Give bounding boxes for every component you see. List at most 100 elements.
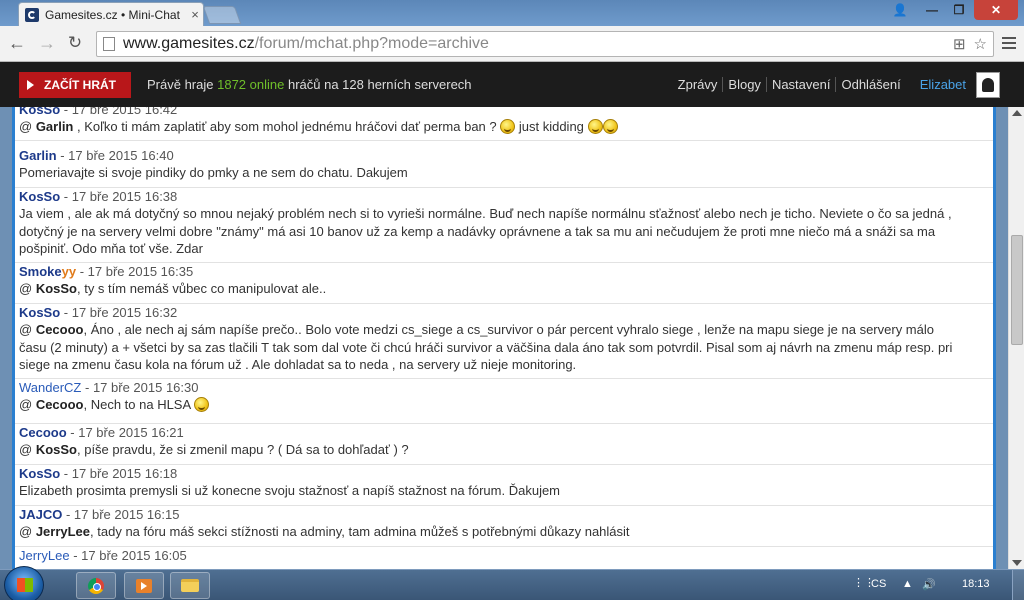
taskbar-chrome[interactable] (76, 572, 116, 599)
nav-messages[interactable]: Zprávy (673, 77, 723, 92)
clock[interactable]: 18:13 (962, 578, 990, 590)
play-icon (27, 80, 34, 90)
scroll-thumb[interactable] (1011, 235, 1023, 345)
message-author[interactable]: JerryLee (19, 548, 70, 563)
minimize-icon: — (926, 3, 938, 17)
vertical-scrollbar[interactable] (1008, 107, 1024, 569)
bookmark-star-icon[interactable]: ☆ (974, 35, 987, 53)
message-date: 17 bře 2015 16:40 (68, 148, 174, 163)
maximize-button[interactable]: ❐ (946, 0, 972, 20)
message-author[interactable]: KosSo (19, 305, 60, 320)
tab-close-icon[interactable]: × (187, 7, 203, 22)
message-text: @ KosSo, ty s tím nemáš vůbec co manipul… (19, 281, 327, 296)
taskbar: ⋮⋮ CS ▲ 🔊 18:13 (0, 566, 1024, 600)
chat-archive: KosSo - 17 bře 2015 16:42 @ Garlin , Koľ… (12, 107, 996, 569)
mentioned-user: Cecooo (35, 397, 84, 412)
tab-title: Gamesites.cz • Mini-Chat (45, 7, 180, 22)
nav-blogs[interactable]: Blogy (722, 77, 766, 92)
chat-message: Garlin - 17 bře 2015 16:40 Pomeriavajte … (15, 147, 993, 188)
url-host: www.gamesites.cz (123, 35, 255, 52)
username-link[interactable]: Elizabet (906, 77, 966, 92)
chat-message: KosSo - 17 bře 2015 16:32 @ Cecooo, Áno … (15, 304, 993, 379)
minimize-button[interactable]: — (918, 0, 946, 20)
avatar[interactable] (976, 72, 1000, 98)
title-bar: Gamesites.cz • Mini-Chat × 👤 — ❐ ✕ (0, 0, 1024, 26)
language-indicator[interactable]: CS (871, 578, 886, 590)
status-suffix: hráčů na 128 herních serverech (287, 77, 472, 92)
mentioned-user: Cecooo (35, 322, 84, 337)
taskbar-media-player[interactable] (124, 572, 164, 599)
media-player-icon (136, 578, 152, 593)
message-date: 17 bře 2015 16:15 (73, 507, 180, 522)
windows-logo-icon (17, 578, 33, 592)
smiley-icon (500, 119, 516, 134)
taskbar-explorer[interactable] (170, 572, 210, 599)
start-button[interactable] (4, 566, 44, 600)
message-date: 17 bře 2015 16:30 (92, 380, 199, 395)
message-date: 17 bře 2015 16:18 (71, 466, 178, 481)
volume-icon[interactable]: 🔊 (922, 578, 936, 591)
message-author[interactable]: KosSo (19, 107, 60, 117)
user-nav: Zprávy Blogy Nastavení Odhlášení Elizabe… (673, 77, 966, 92)
scroll-down-icon[interactable] (1012, 560, 1022, 566)
smiley-icon (602, 119, 618, 134)
mentioned-user: KosSo (35, 442, 77, 457)
mentioned-user: KosSo (35, 281, 77, 296)
show-desktop-button[interactable] (1012, 570, 1024, 600)
chat-message: JerryLee - 17 bře 2015 16:05 (19, 548, 187, 563)
message-author[interactable]: Garlin (19, 148, 57, 163)
status-prefix: Právě hraje (147, 77, 214, 92)
message-text: Ja viem , ale ak má dotyčný so mnou neja… (19, 206, 952, 256)
browser-toolbar: ← → ↻ www.gamesites.cz /forum/mchat.php?… (0, 26, 1024, 62)
message-author[interactable]: JAJCO (19, 507, 62, 522)
message-text: Pomeriavajte si svoje pindiky do pmky a … (19, 165, 408, 180)
forward-button[interactable]: → (36, 32, 58, 54)
show-hidden-icons-icon[interactable]: ▲ (902, 578, 913, 590)
smiley-icon (194, 397, 210, 412)
message-date: 17 bře 2015 16:05 (81, 548, 187, 563)
mentioned-user: Garlin (35, 119, 74, 134)
chat-message: JAJCO - 17 bře 2015 16:15 @ JerryLee, ta… (15, 506, 993, 547)
message-text: @ Cecooo, Nech to na HLSA (19, 396, 993, 414)
nav-logout[interactable]: Odhlášení (835, 77, 905, 92)
online-status: Právě hraje 1872 online hráčů na 128 her… (147, 77, 472, 92)
back-button[interactable]: ← (6, 32, 28, 54)
chat-message: Smokeyy - 17 bře 2015 16:35 @ KosSo, ty … (15, 263, 993, 304)
message-author[interactable]: KosSo (19, 189, 60, 204)
scroll-up-icon[interactable] (1012, 110, 1022, 116)
user-icon: 👤 (892, 3, 908, 17)
message-author[interactable]: Smokeyy (19, 264, 76, 279)
play-button-label: ZAČÍT HRÁT (44, 78, 116, 92)
page-content: KosSo - 17 bře 2015 16:42 @ Garlin , Koľ… (0, 107, 1008, 569)
chat-message: KosSo - 17 bře 2015 16:42 @ Garlin , Koľ… (15, 107, 993, 141)
message-text: @ Cecooo, Áno , ale nech aj sám napíše p… (19, 322, 953, 372)
message-text: @ JerryLee, tady na fóru máš sekci stížn… (19, 524, 630, 539)
profile-button[interactable]: 👤 (886, 0, 914, 20)
chat-message: KosSo - 17 bře 2015 16:38 Ja viem , ale … (15, 188, 993, 263)
message-author[interactable]: KosSo (19, 466, 60, 481)
maximize-icon: ❐ (953, 3, 965, 17)
play-button[interactable]: ZAČÍT HRÁT (19, 72, 131, 98)
new-tab-button[interactable] (202, 6, 242, 24)
mentioned-user: JerryLee (35, 524, 91, 539)
browser-tab[interactable]: Gamesites.cz • Mini-Chat × (18, 2, 204, 26)
chat-message: WanderCZ - 17 bře 2015 16:30 @ Cecooo, N… (15, 379, 993, 424)
close-window-button[interactable]: ✕ (974, 0, 1018, 20)
translate-icon[interactable]: ⊞ (953, 35, 966, 53)
message-text: @ Garlin , Koľko ti mám zaplatiť aby som… (19, 118, 993, 136)
message-author[interactable]: WanderCZ (19, 380, 81, 395)
site-header: ZAČÍT HRÁT Právě hraje 1872 online hráčů… (0, 62, 1024, 107)
address-bar[interactable]: www.gamesites.cz /forum/mchat.php?mode=a… (96, 31, 994, 57)
chrome-icon (88, 577, 104, 594)
browser-menu-button[interactable] (1000, 34, 1018, 52)
site-favicon-icon (25, 7, 39, 22)
message-text: @ KosSo, píše pravdu, že si zmenil mapu … (19, 442, 409, 457)
nav-settings[interactable]: Nastavení (765, 77, 836, 92)
smiley-icon (587, 119, 603, 134)
folder-icon (181, 579, 199, 592)
message-date: 17 bře 2015 16:21 (78, 425, 184, 440)
reload-button[interactable]: ↻ (64, 32, 86, 54)
chat-message: KosSo - 17 bře 2015 16:18 Elizabeth pros… (15, 465, 993, 506)
message-author[interactable]: Cecooo (19, 425, 67, 440)
online-count: 1872 online (217, 77, 285, 92)
